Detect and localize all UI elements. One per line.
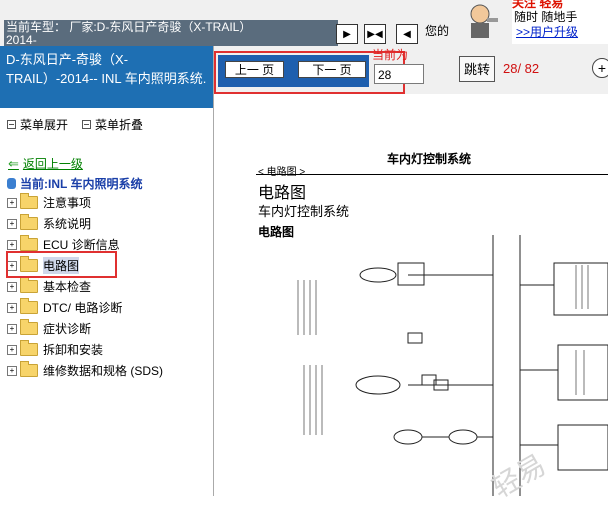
vehicle-info: 当前车型： 厂家:D-东风日产奇骏（X-TRAIL） 2014-	[4, 20, 338, 48]
folder-icon	[20, 193, 38, 209]
vehicle-label: 当前车型： 厂家:D-东风日产奇骏（X-TRAIL）	[6, 20, 252, 34]
page-number-input[interactable]: 28	[374, 64, 424, 84]
folder-icon	[20, 235, 38, 251]
expand-plus-icon[interactable]: +	[7, 323, 17, 334]
tree-item-notes[interactable]: + 注意事项	[7, 192, 163, 213]
notice-text: 您的	[425, 24, 450, 38]
highlight-box	[6, 251, 117, 278]
back-arrow-icon: ⇐	[8, 155, 19, 171]
tree-item-removal[interactable]: + 拆卸和安装	[7, 339, 163, 360]
folder-icon	[20, 298, 38, 314]
expand-plus-icon[interactable]: +	[7, 302, 17, 313]
tree-item-symptom[interactable]: + 症状诊断	[7, 318, 163, 339]
first-page-icon[interactable]: ▶	[336, 24, 358, 44]
expand-icon[interactable]	[7, 120, 16, 129]
menu-expand-link[interactable]: 菜单展开	[20, 116, 68, 133]
ad-banner[interactable]: 关注 轻易 随时 随地手 >>用户升级	[512, 0, 608, 44]
folder-icon	[20, 214, 38, 230]
menu-collapse-link[interactable]: 菜单折叠	[95, 116, 143, 133]
tree-item-label: 注意事项	[43, 196, 92, 210]
current-location: 当前:INL 车内照明系统	[7, 175, 142, 192]
current-label: 当前:INL 车内照明系统	[20, 177, 143, 191]
doc-subtitle: 车内灯控制系统	[258, 204, 350, 219]
folder-icon	[20, 277, 38, 293]
tree-item-label: 维修数据和规格 (SDS)	[43, 364, 164, 378]
top-bar: 当前车型： 厂家:D-东风日产奇骏（X-TRAIL） 2014- ▶ ▶◀ ◀ …	[0, 0, 608, 48]
prev-page-icon[interactable]: ◀	[396, 24, 418, 44]
menu-controls: 菜单展开 菜单折叠	[7, 116, 143, 133]
database-icon	[7, 178, 16, 189]
jump-button[interactable]: 跳转	[459, 56, 495, 82]
zoom-in-icon[interactable]: +	[592, 58, 608, 78]
header-divider	[256, 174, 608, 175]
tree-item-system[interactable]: + 系统说明	[7, 213, 163, 234]
folder-icon	[20, 319, 38, 335]
tree-item-label: 症状诊断	[43, 322, 92, 336]
wiring-diagram	[297, 235, 608, 496]
back-link[interactable]: ⇐ 返回上一级	[8, 155, 83, 172]
sidebar-title: D-东风日产-奇骏（X-TRAIL）-2014-- INL 车内照明系统.	[0, 46, 213, 108]
expand-plus-icon[interactable]: +	[7, 365, 17, 376]
expand-plus-icon[interactable]: +	[7, 218, 17, 229]
current-page-label: 当前为	[372, 48, 409, 62]
folder-icon	[20, 340, 38, 356]
tree-item-label: 基本检查	[43, 280, 92, 294]
tree-item-dtc[interactable]: + DTC/ 电路诊断	[7, 297, 163, 318]
page-count: 28/ 82	[503, 61, 540, 76]
tree-item-sds[interactable]: + 维修数据和规格 (SDS)	[7, 360, 163, 381]
expand-plus-icon[interactable]: +	[7, 197, 17, 208]
expand-plus-icon[interactable]: +	[7, 281, 17, 292]
back-link-label: 返回上一级	[22, 157, 83, 171]
collapse-icon[interactable]	[82, 120, 92, 129]
tree-item-label: DTC/ 电路诊断	[43, 301, 123, 315]
tree-item-label: 拆卸和安装	[43, 343, 104, 357]
upgrade-link[interactable]: >>用户升级	[516, 23, 578, 40]
tree-item-basic[interactable]: + 基本检查	[7, 276, 163, 297]
section-tag: < 电路图 >	[258, 167, 306, 178]
tree-item-label: 系统说明	[43, 217, 92, 231]
section-title: 电路图	[258, 185, 307, 202]
mascot-icon	[470, 4, 498, 38]
fit-page-icon[interactable]: ▶◀	[364, 24, 386, 44]
folder-icon	[20, 361, 38, 377]
expand-plus-icon[interactable]: +	[7, 344, 17, 355]
expand-plus-icon[interactable]: +	[7, 239, 17, 250]
menu-tree: + 注意事项 + 系统说明 + ECU 诊断信息 + 电路图 + 基本检查 + …	[7, 192, 163, 381]
